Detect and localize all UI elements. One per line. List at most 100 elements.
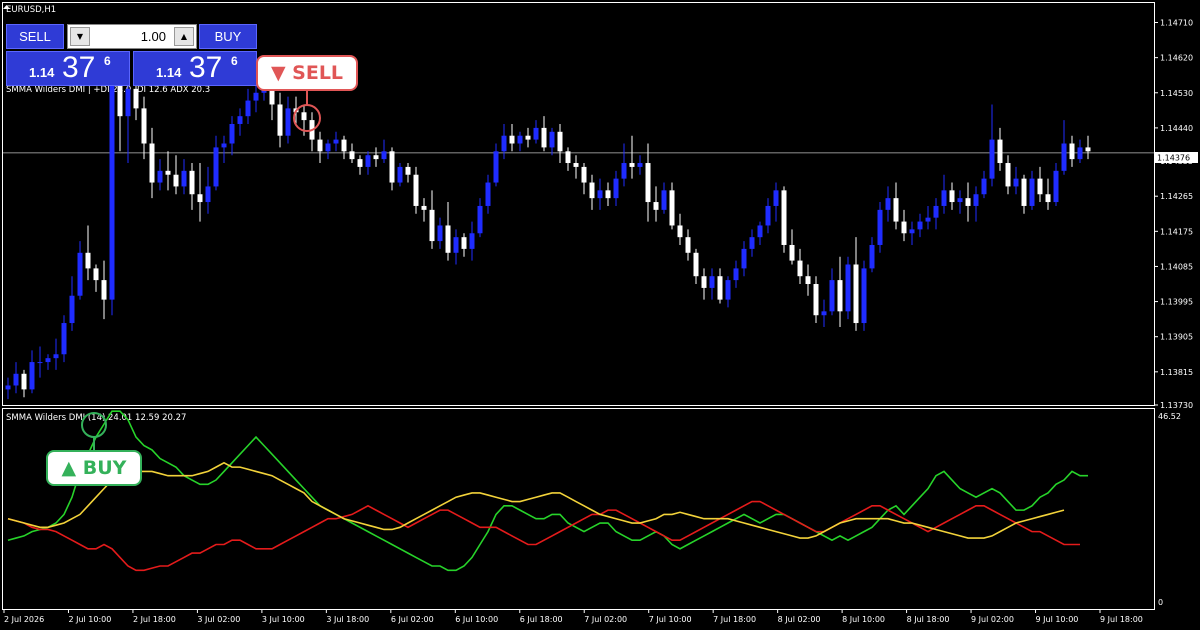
candle xyxy=(1077,139,1083,164)
time-tick-label: 7 Jul 02:00 xyxy=(584,615,627,624)
candle xyxy=(989,104,995,187)
candle-body xyxy=(869,244,875,269)
candle-body xyxy=(181,170,187,187)
candle xyxy=(997,127,1003,171)
dmi-series xyxy=(7,410,1088,572)
time-tick-label: 9 Jul 10:00 xyxy=(1036,615,1079,624)
candle-body xyxy=(821,311,827,316)
candle xyxy=(405,163,411,183)
candle-body xyxy=(429,209,435,242)
sell-button[interactable]: SELL xyxy=(6,24,64,49)
candle-body xyxy=(501,135,507,152)
price-tick-label: 1.13905 xyxy=(1160,333,1193,342)
candle xyxy=(941,174,947,214)
candle xyxy=(861,260,867,331)
lot-increase-icon[interactable]: ▲ xyxy=(174,27,194,46)
candle-body xyxy=(453,237,459,253)
candle-body xyxy=(645,163,651,203)
candle xyxy=(933,198,939,230)
candle xyxy=(685,229,691,261)
lot-decrease-icon[interactable]: ▼ xyxy=(70,27,90,46)
candle xyxy=(909,221,915,245)
candle xyxy=(277,92,283,148)
candle-body xyxy=(173,174,179,187)
candle-body xyxy=(109,84,115,300)
candle xyxy=(717,268,723,304)
candle-body xyxy=(1037,178,1043,195)
candle-body xyxy=(989,139,995,179)
candle-body xyxy=(949,190,955,203)
candle xyxy=(421,198,427,222)
candle xyxy=(749,229,755,257)
candle-body xyxy=(373,155,379,160)
candle-body xyxy=(773,190,779,206)
candle-body xyxy=(957,198,963,203)
candle-body xyxy=(829,280,835,312)
candle xyxy=(381,139,387,164)
candle-body xyxy=(1013,178,1019,187)
time-tick-label: 6 Jul 18:00 xyxy=(520,615,563,624)
candle xyxy=(197,163,203,222)
candle xyxy=(501,123,507,160)
buy-price-button[interactable]: 1.14 37 6 xyxy=(133,51,257,86)
candle-body xyxy=(789,244,795,261)
candle-body xyxy=(317,139,323,152)
candle xyxy=(965,182,971,222)
candle xyxy=(757,221,763,245)
buy-price-fraction: 6 xyxy=(231,54,238,68)
candle-body xyxy=(157,170,163,183)
candle-body xyxy=(165,170,171,175)
candle xyxy=(701,268,707,300)
buy-price-prefix: 1.14 xyxy=(156,65,182,80)
time-tick-label: 8 Jul 10:00 xyxy=(842,615,885,624)
candle-body xyxy=(189,170,195,195)
candle-body xyxy=(477,205,483,234)
candle-body xyxy=(669,190,675,226)
sell-price-button[interactable]: 1.14 37 6 xyxy=(6,51,130,86)
candle xyxy=(645,143,651,222)
time-tick-label: 9 Jul 18:00 xyxy=(1100,615,1143,624)
candle-body xyxy=(757,225,763,238)
candle-body xyxy=(605,190,611,199)
candle xyxy=(173,155,179,195)
candle-body xyxy=(45,358,51,363)
candle-body xyxy=(1045,194,1051,203)
candle-body xyxy=(685,237,691,253)
candle-body xyxy=(469,233,475,249)
candle-body xyxy=(1021,178,1027,206)
candle xyxy=(181,159,187,195)
lot-size-input[interactable] xyxy=(92,27,170,46)
candle-body xyxy=(85,252,91,269)
candle xyxy=(613,170,619,206)
candle-body xyxy=(885,198,891,210)
candle-body xyxy=(653,202,659,210)
candle xyxy=(461,233,467,257)
candle-body xyxy=(381,151,387,160)
candle-body xyxy=(149,143,155,183)
price-tick-label: 1.14175 xyxy=(1160,227,1193,236)
candle xyxy=(693,248,699,285)
dmi-line-adx xyxy=(7,461,1065,539)
candle xyxy=(445,202,451,261)
candle-body xyxy=(69,295,75,324)
candle xyxy=(141,96,147,160)
candle-body xyxy=(5,385,11,390)
candle-body xyxy=(357,159,363,167)
candle-body xyxy=(1085,147,1091,152)
candle xyxy=(285,96,291,144)
candle xyxy=(565,147,571,171)
time-axis: 2 Jul 2026 2 Jul 10:00 2 Jul 18:00 3 Jul 02… xyxy=(3,609,1143,624)
candle-body xyxy=(877,209,883,245)
price-chart[interactable]: EURUSD,H1 SMMA Wilders DMI | +DI 24.0 -D… xyxy=(0,0,1200,630)
candle xyxy=(605,182,611,206)
candle xyxy=(893,182,899,230)
candle-body xyxy=(709,276,715,288)
candle-body xyxy=(901,221,907,234)
candle xyxy=(29,350,35,394)
candle-body xyxy=(205,186,211,203)
candle xyxy=(373,147,379,167)
candle-body xyxy=(1077,147,1083,160)
candle-body xyxy=(701,276,707,288)
candle-body xyxy=(525,135,531,140)
buy-button[interactable]: BUY xyxy=(199,24,257,49)
